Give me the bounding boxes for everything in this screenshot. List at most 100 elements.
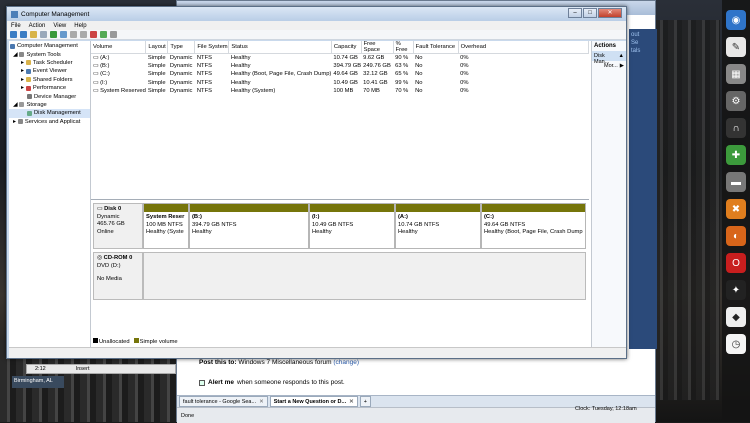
maximize-button[interactable]: □: [583, 8, 597, 18]
collapse-icon[interactable]: ◢: [13, 52, 17, 58]
partition-c[interactable]: (C:) 49.64 GB NTFS Healthy (Boot, Page Fil…: [481, 203, 586, 249]
check-icon[interactable]: [100, 31, 107, 38]
tree-item-services[interactable]: ▸ Services and Applicat: [9, 118, 90, 126]
clock-icon[interactable]: ◷: [726, 334, 746, 354]
partition-name: (B:): [192, 214, 202, 220]
app-icon[interactable]: ✦: [726, 280, 746, 300]
post-to-label: Post this to:: [199, 359, 237, 366]
tree-item-shared-folders[interactable]: ▸ Shared Folders: [9, 76, 90, 84]
volume-name: (I:): [100, 79, 108, 86]
tree-item-event-viewer[interactable]: ▸ Event Viewer: [9, 67, 90, 75]
column-header[interactable]: Type: [167, 41, 196, 54]
table-cell: NTFS: [196, 87, 212, 94]
disk-icon[interactable]: ▬: [726, 172, 746, 192]
notepad-icon[interactable]: ✎: [726, 37, 746, 57]
actions-selected-label: Disk Man...: [594, 53, 610, 65]
expand-icon[interactable]: ▸: [21, 85, 24, 91]
film-icon[interactable]: ▦: [726, 64, 746, 84]
expand-icon[interactable]: ▸: [21, 60, 24, 66]
tree-item-system-tools[interactable]: ◢ System Tools: [9, 50, 90, 58]
view-icon[interactable]: [70, 31, 77, 38]
table-row[interactable]: ▭ (A:) Simple Dynamic NTFS Healthy 10.74 GB 9.…: [91, 54, 589, 62]
menu-file[interactable]: File: [11, 23, 21, 29]
table-cell: Dynamic: [169, 71, 193, 78]
globe-icon[interactable]: ◉: [726, 10, 746, 30]
refresh-icon[interactable]: [50, 31, 57, 38]
alert-checkbox[interactable]: [199, 379, 205, 386]
collapse-up-icon[interactable]: ▲: [619, 53, 624, 59]
headphones-icon[interactable]: ∩: [726, 118, 746, 138]
menu-action[interactable]: Action: [29, 23, 46, 29]
help-icon[interactable]: [60, 31, 67, 38]
export-icon[interactable]: [110, 31, 117, 38]
network-icon[interactable]: ✚: [726, 145, 746, 165]
delete-icon[interactable]: [90, 31, 97, 38]
table-row[interactable]: ▭ (I:) Simple Dynamic NTFS Healthy 10.49 GB 10…: [91, 78, 589, 86]
column-header[interactable]: Fault Tolerance: [413, 41, 459, 54]
computer-management-window: Computer Management – □ ✕ File Action Vi…: [6, 6, 627, 359]
partition-a[interactable]: (A:) 10.74 GB NTFS Healthy: [395, 203, 481, 249]
close-icon[interactable]: ✕: [349, 399, 354, 405]
window-title-bar[interactable]: Computer Management: [7, 7, 626, 21]
actions-disk-management[interactable]: Disk Man... ▲: [592, 51, 626, 65]
menu-view[interactable]: View: [53, 23, 66, 29]
gadget-bar: ◉ ✎ ▦ ⚙ ∩ ✚ ▬ ✖ ◐ O ✦ ◆ ◷: [722, 0, 750, 422]
partition-i[interactable]: (I:) 10.49 GB NTFS Healthy: [309, 203, 395, 249]
disk-0-label[interactable]: ▭ Disk 0 Dynamic 465.76 GB Online: [93, 203, 143, 249]
folder-icon[interactable]: [30, 31, 37, 38]
column-header[interactable]: Volume: [91, 41, 147, 54]
column-header[interactable]: Status: [228, 41, 332, 54]
column-header[interactable]: Capacity: [331, 41, 362, 54]
table-row[interactable]: ▭ (C:) Simple Dynamic NTFS Healthy (Boot, Pa…: [91, 70, 589, 78]
column-header[interactable]: File System: [194, 41, 230, 54]
firefox-icon[interactable]: ◐: [726, 226, 746, 246]
disk-0-row[interactable]: ▭ Disk 0 Dynamic 465.76 GB Online System…: [93, 203, 586, 249]
back-icon[interactable]: [10, 31, 17, 38]
expand-icon[interactable]: ▸: [21, 68, 24, 74]
alert-option[interactable]: Alert me when someone responds to this p…: [199, 379, 345, 386]
tab-new-question[interactable]: Start a New Question or D... ✕: [269, 396, 358, 407]
expand-icon[interactable]: ▸: [13, 119, 16, 125]
tree-item-device-manager[interactable]: Device Manager: [9, 92, 90, 100]
x-app-icon[interactable]: ✖: [726, 199, 746, 219]
simple-volume-swatch: [133, 338, 139, 343]
column-header[interactable]: Layout: [145, 41, 169, 54]
menu-help[interactable]: Help: [74, 23, 86, 29]
tree-item-storage[interactable]: ◢ Storage: [9, 101, 90, 109]
forward-icon[interactable]: [20, 31, 27, 38]
tree-item-label: Task Scheduler: [32, 59, 73, 66]
column-header[interactable]: % Free: [393, 41, 414, 54]
minimize-button[interactable]: –: [568, 8, 582, 18]
toolbar: [7, 30, 626, 40]
table-row[interactable]: ▭ System Reserved Simple Dynamic NTFS Health…: [91, 87, 589, 95]
alien-icon[interactable]: ◆: [726, 307, 746, 327]
properties-icon[interactable]: [40, 31, 47, 38]
column-header[interactable]: Free Space: [361, 41, 394, 54]
table-cell: Simple: [147, 79, 166, 86]
clock-readout: Clock: Tuesday, 12:18am: [575, 406, 637, 412]
cdrom-label[interactable]: ◎ CD-ROM 0 DVD (D:) No Media: [93, 252, 143, 300]
column-header[interactable]: Overhead: [458, 41, 590, 54]
table-cell: 0%: [460, 62, 469, 69]
change-link[interactable]: (change): [333, 359, 359, 366]
tree-item-computer-management[interactable]: Computer Management: [9, 42, 90, 50]
opera-icon[interactable]: O: [726, 253, 746, 273]
partition-b[interactable]: (B:) 394.79 GB NTFS Healthy: [189, 203, 309, 249]
cdrom-row[interactable]: ◎ CD-ROM 0 DVD (D:) No Media: [93, 252, 586, 300]
legend: Unallocated Simple volume: [93, 338, 178, 345]
close-button[interactable]: ✕: [598, 8, 622, 18]
tab-google-search[interactable]: fault tolerance - Google Sea... ✕: [179, 396, 268, 407]
gear-icon[interactable]: ⚙: [726, 91, 746, 111]
tree-item-performance[interactable]: ▸ Performance: [9, 84, 90, 92]
close-icon[interactable]: ✕: [259, 399, 264, 405]
partition-system-reserved[interactable]: System Reser 100 MB NTFS Healthy (Syste: [143, 203, 189, 249]
tree-item-task-scheduler[interactable]: ▸ Task Scheduler: [9, 59, 90, 67]
editor-status-strip: 2:12 Insert: [26, 364, 176, 374]
new-tab-button[interactable]: +: [359, 396, 371, 407]
tree-item-disk-management[interactable]: Disk Management: [9, 109, 90, 118]
collapse-icon[interactable]: ◢: [13, 102, 17, 108]
expand-icon[interactable]: ▸: [21, 77, 24, 83]
table-row[interactable]: ▭ (B:) Simple Dynamic NTFS Healthy 394.79 GB 2…: [91, 62, 589, 70]
list-icon[interactable]: [80, 31, 87, 38]
table-cell: 100 MB: [333, 87, 354, 94]
